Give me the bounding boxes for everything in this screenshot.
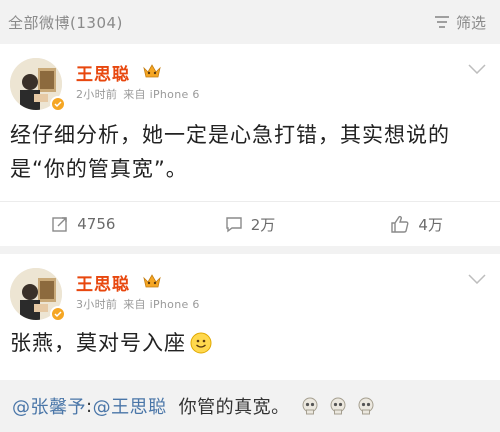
like-count: 4万 <box>418 215 443 234</box>
filter-icon <box>434 16 449 28</box>
chevron-down-icon[interactable] <box>468 64 486 74</box>
post-meta: 3小时前 来自 iPhone 6 <box>76 296 200 312</box>
post-content-line: 经仔细分析，她一定是心急打错，其实想说的 <box>10 123 450 147</box>
post-content: 经仔细分析，她一定是心急打错，其实想说的 是“你的管真宽”。 <box>10 118 490 186</box>
comment-bar: @张馨予 : @王思聪 你管的真宽。 <box>0 380 500 432</box>
comment-button[interactable]: 2万 <box>167 202 334 246</box>
post-meta: 2小时前 来自 iPhone 6 <box>76 86 200 102</box>
mention-link[interactable]: @张馨予 <box>12 393 86 419</box>
filter-button[interactable]: 筛选 <box>434 12 486 33</box>
thumbs-up-icon <box>391 215 409 233</box>
verified-badge-icon <box>50 306 66 322</box>
post-actions: 4756 2万 4万 <box>0 201 500 246</box>
post-source: 来自 iPhone 6 <box>123 88 200 101</box>
post-source: 来自 iPhone 6 <box>123 298 200 311</box>
weibo-post: 王思聪 2小时前 来自 iPhone 6 经仔细分析，她一定是心急打错，其实想说的… <box>0 44 500 246</box>
filter-label: 筛选 <box>455 13 486 32</box>
vip-crown-icon <box>143 274 161 288</box>
post-time: 2小时前 <box>76 88 118 101</box>
repost-icon <box>52 217 67 232</box>
smile-emoji-icon <box>190 332 212 354</box>
mention-separator: : <box>86 395 93 417</box>
vip-crown-icon <box>143 64 161 78</box>
skull-emoji-icon <box>330 397 346 415</box>
repost-button[interactable]: 4756 <box>0 202 167 246</box>
author-name[interactable]: 王思聪 <box>76 270 130 295</box>
comment-text: 你管的真宽。 <box>178 397 290 418</box>
emoji-group <box>300 396 376 416</box>
chevron-down-icon[interactable] <box>468 274 486 284</box>
post-content-line: 是“你的管真宽”。 <box>10 157 188 181</box>
post-content-line: 张燕，莫对号入座 <box>10 331 186 355</box>
mention-link[interactable]: @王思聪 <box>93 393 167 419</box>
like-button[interactable]: 4万 <box>333 202 500 246</box>
post-content: 张燕，莫对号入座 <box>10 326 490 360</box>
post-time: 3小时前 <box>76 298 118 311</box>
filter-bar: 全部微博(1304) 筛选 <box>0 0 500 44</box>
skull-emoji-icon <box>302 397 318 415</box>
repost-count: 4756 <box>77 215 116 233</box>
skull-emoji-icon <box>358 397 374 415</box>
author-name[interactable]: 王思聪 <box>76 60 130 85</box>
comment-count: 2万 <box>250 215 276 234</box>
verified-badge-icon <box>50 96 66 112</box>
comment-icon <box>226 217 242 233</box>
post-count-label: 全部微博(1304) <box>8 13 123 32</box>
